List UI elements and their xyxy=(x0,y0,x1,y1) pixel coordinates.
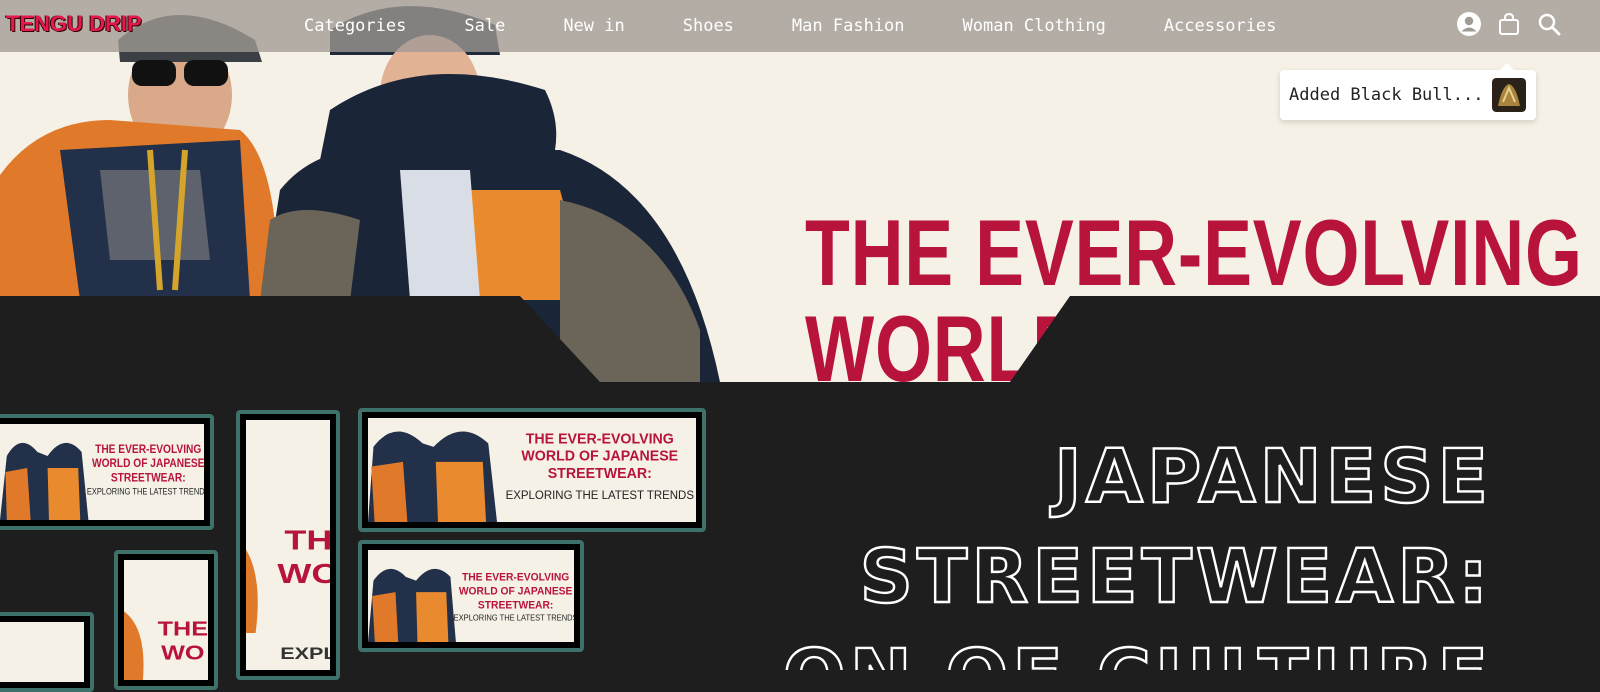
thumb-banner-image: THE EVER-EVOLVING WORLD OF JAPANESE STRE… xyxy=(0,424,204,520)
gallery-thumb[interactable]: THE EVER-EVOLVING WORLD OF JAPANESE STRE… xyxy=(358,408,706,532)
thumb-line3: STREETWEAR: xyxy=(548,466,652,482)
section-title-line1: JAPANESE xyxy=(1049,434,1492,520)
thumb-line1: THE EVER-EVOLVING xyxy=(526,431,674,447)
search-icon[interactable] xyxy=(1536,11,1562,37)
gallery-thumb-tall[interactable]: TH WO EXPL xyxy=(236,410,340,680)
thumb-banner-image xyxy=(0,622,84,682)
user-icon[interactable] xyxy=(1456,11,1482,37)
thumb-banner-image: TH WO EXPL xyxy=(246,420,330,670)
nav-item-man-fashion[interactable]: Man Fashion xyxy=(763,16,934,36)
toast-message: Added Black Bull... xyxy=(1289,85,1484,105)
shopping-bag-icon[interactable] xyxy=(1496,11,1522,37)
brand-logo[interactable]: TENGU DRIP xyxy=(6,11,142,37)
cart-added-toast[interactable]: Added Black Bull... xyxy=(1280,63,1536,120)
nav-menu: Categories Sale New in Shoes Man Fashion… xyxy=(275,0,1305,52)
nav-item-sale[interactable]: Sale xyxy=(435,16,534,36)
thumb-narrow-line1: TH xyxy=(284,525,330,556)
gallery-thumb-small[interactable] xyxy=(0,612,94,692)
nav-item-accessories[interactable]: Accessories xyxy=(1135,16,1306,36)
thumb-banner-image: THE EVER-EVOLVING WORLD OF JAPANESE STRE… xyxy=(368,550,574,642)
hero-headline-line1: THE EVER-EVOLVING xyxy=(805,200,1583,305)
thumb-line4: EXPLORING THE LATEST TRENDS xyxy=(454,613,574,622)
nav-item-categories[interactable]: Categories xyxy=(275,16,435,36)
thumb-line4: EXPLORING THE LATEST TRENDS xyxy=(506,488,695,502)
thumb-banner-image: THE EVER-EVOLVING WORLD OF JAPANESE STRE… xyxy=(368,418,696,522)
nav-icons xyxy=(1456,11,1562,37)
thumb-narrow-line4: WO xyxy=(161,641,204,664)
thumb-line3: STREETWEAR: xyxy=(478,599,553,612)
section-title: JAPANESE STREETWEAR: FUSION OF CULTURE xyxy=(780,433,1492,670)
gallery-thumb[interactable]: THE EVER-EVOLVING WORLD OF JAPANESE STRE… xyxy=(0,414,214,530)
thumb-line3: STREETWEAR: xyxy=(111,472,186,485)
thumb-narrow-line3: THE xyxy=(158,617,208,640)
section-title-line2: STREETWEAR: xyxy=(860,534,1492,620)
gallery-thumb-narrow[interactable]: THE WO xyxy=(114,550,218,690)
thumb-line1: THE EVER-EVOLVING xyxy=(462,571,569,584)
thumbnail-gallery: THE EVER-EVOLVING WORLD OF JAPANESE STRE… xyxy=(0,400,720,692)
thumb-narrow-line2: WO xyxy=(277,558,330,589)
thumb-line2: WORLD OF JAPANESE xyxy=(459,585,573,598)
top-navbar: TENGU DRIP Categories Sale New in Shoes … xyxy=(0,0,1600,52)
nav-item-new-in[interactable]: New in xyxy=(534,16,653,36)
gallery-thumb[interactable]: THE EVER-EVOLVING WORLD OF JAPANESE STRE… xyxy=(358,540,584,652)
thumb-line1: THE EVER-EVOLVING xyxy=(95,443,201,456)
thumb-line2: WORLD OF JAPANESE xyxy=(521,448,678,464)
thumb-line2: WORLD OF JAPANESE xyxy=(92,458,204,471)
thumb-narrow-line5: EXPL xyxy=(280,645,330,663)
thumb-line4: EXPLORING THE LATEST TRENDS xyxy=(87,487,204,497)
section-title-line3: FUSION OF CULTURE xyxy=(780,634,1492,670)
thumb-banner-image: THE WO xyxy=(124,560,208,680)
toast-product-thumbnail xyxy=(1492,78,1526,112)
nav-item-shoes[interactable]: Shoes xyxy=(654,16,763,36)
nav-item-woman-clothing[interactable]: Woman Clothing xyxy=(934,16,1135,36)
